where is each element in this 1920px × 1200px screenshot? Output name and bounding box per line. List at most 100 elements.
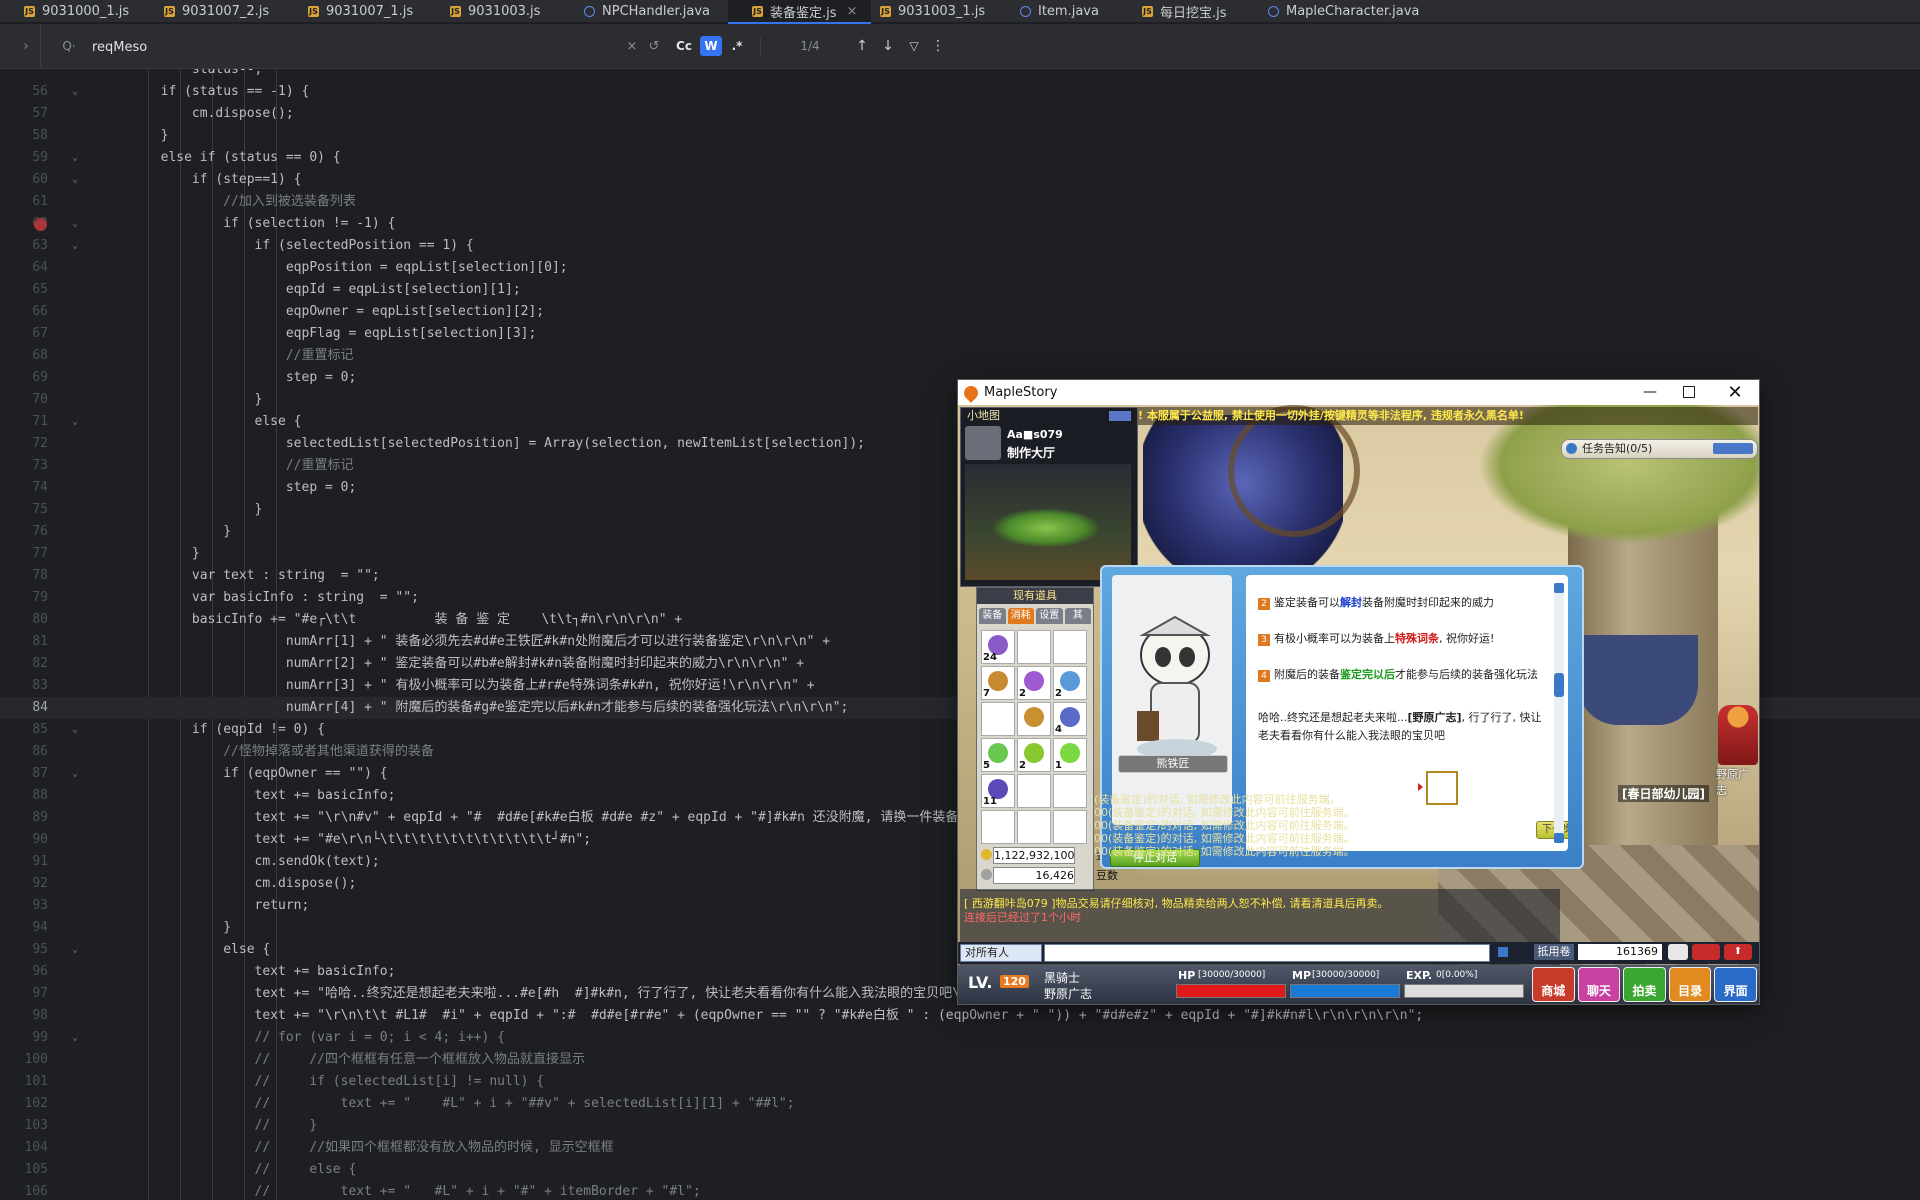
inventory-slot[interactable]: 2 <box>1017 666 1051 700</box>
line-number[interactable]: 90 <box>0 829 48 851</box>
fold-icon[interactable]: ⌄ <box>72 1027 78 1049</box>
line-number[interactable]: 88 <box>0 785 48 807</box>
line-number[interactable]: 80 <box>0 609 48 631</box>
code-line[interactable]: 101 // if (selectedList[i] != null) { <box>0 1071 1920 1093</box>
inventory-tab-0[interactable]: 装备 <box>979 608 1006 624</box>
code-line[interactable]: 65 eqpId = eqpList[selection][1]; <box>0 279 1920 301</box>
code-line[interactable]: 58 } <box>0 125 1920 147</box>
tab-6[interactable]: JS 9031003_1.js <box>856 0 999 22</box>
line-number[interactable]: 79 <box>0 587 48 609</box>
inventory-slot[interactable] <box>1053 630 1087 664</box>
tab-1[interactable]: JS 9031007_2.js <box>140 0 283 22</box>
window-title-bar[interactable]: MapleStory — ✕ <box>958 380 1759 405</box>
menu-button-4[interactable]: 界面 <box>1714 967 1757 1002</box>
line-number[interactable]: 92 <box>0 873 48 895</box>
history-icon[interactable]: ↺ <box>644 36 664 56</box>
code-line[interactable]: 56 ⌄ if (status == -1) { <box>0 81 1920 103</box>
line-number[interactable]: 69 <box>0 367 48 389</box>
code-line[interactable]: 99 ⌄ // for (var i = 0; i < 4; i++) { <box>0 1027 1920 1049</box>
minimize-icon[interactable]: — <box>1638 384 1662 400</box>
chat-tool-button[interactable] <box>1692 944 1720 960</box>
line-number[interactable]: 98 <box>0 1005 48 1027</box>
line-number[interactable]: 96 <box>0 961 48 983</box>
line-number[interactable]: 74 <box>0 477 48 499</box>
inventory-slot[interactable] <box>1017 630 1051 664</box>
line-number[interactable]: 67 <box>0 323 48 345</box>
line-number[interactable]: 57 <box>0 103 48 125</box>
line-number[interactable]: 89 <box>0 807 48 829</box>
code-line[interactable]: 68 //重置标记 <box>0 345 1920 367</box>
inventory-slot[interactable] <box>1017 810 1051 844</box>
line-number[interactable]: 87 <box>0 763 48 785</box>
line-number[interactable]: 102 <box>0 1093 48 1115</box>
code-line[interactable]: 102 // text += " #L" + i + "##v" + selec… <box>0 1093 1920 1115</box>
code-line[interactable]: status--; <box>0 69 1920 81</box>
code-line[interactable]: 106 // text += " #L" + i + "#" + itemBor… <box>0 1181 1920 1200</box>
line-number[interactable]: 77 <box>0 543 48 565</box>
line-number[interactable]: 83 <box>0 675 48 697</box>
tab-4[interactable]: NPCHandler.java <box>560 0 724 22</box>
line-number[interactable]: 70 <box>0 389 48 411</box>
inventory-slot[interactable] <box>1017 774 1051 808</box>
inventory-slot[interactable] <box>1017 702 1051 736</box>
fold-icon[interactable]: ⌄ <box>72 939 78 961</box>
line-number[interactable]: 56 <box>0 81 48 103</box>
line-number[interactable]: 100 <box>0 1049 48 1071</box>
words-toggle[interactable]: W <box>700 36 722 56</box>
line-number[interactable]: 76 <box>0 521 48 543</box>
line-number[interactable]: 94 <box>0 917 48 939</box>
code-line[interactable]: 67 eqpFlag = eqpList[selection][3]; <box>0 323 1920 345</box>
tab-9[interactable]: MapleCharacter.java <box>1244 0 1433 22</box>
line-number[interactable]: 71 <box>0 411 48 433</box>
code-line[interactable]: 57 cm.dispose(); <box>0 103 1920 125</box>
next-match-icon[interactable]: ↓ <box>878 36 898 56</box>
line-number[interactable]: 63 <box>0 235 48 257</box>
code-line[interactable]: 59 ⌄ else if (status == 0) { <box>0 147 1920 169</box>
line-number[interactable]: 59 <box>0 147 48 169</box>
inventory-slot[interactable]: 11 <box>981 774 1015 808</box>
line-number[interactable]: 64 <box>0 257 48 279</box>
match-case-toggle[interactable]: Cc <box>672 36 696 56</box>
code-line[interactable]: 104 // //如果四个框框都没有放入物品的时候, 显示空框框 <box>0 1137 1920 1159</box>
fold-icon[interactable]: ⌄ <box>72 763 78 785</box>
scroll-up-icon[interactable] <box>1554 583 1564 593</box>
code-line[interactable]: 61 //加入到被选装备列表 <box>0 191 1920 213</box>
menu-button-1[interactable]: 聊天 <box>1577 967 1621 1002</box>
fold-icon[interactable]: ⌄ <box>72 235 78 257</box>
regex-toggle[interactable]: .* <box>726 36 748 56</box>
search-icon[interactable]: Q· <box>58 37 80 55</box>
tab-3[interactable]: JS 9031003.js <box>426 0 554 22</box>
line-number[interactable]: 73 <box>0 455 48 477</box>
inventory-slot[interactable]: 4 <box>1053 702 1087 736</box>
line-number[interactable]: 68 <box>0 345 48 367</box>
line-number[interactable]: 104 <box>0 1137 48 1159</box>
inventory-slot[interactable]: 2 <box>1017 738 1051 772</box>
dialog-scrollbar[interactable] <box>1554 583 1564 843</box>
fold-icon[interactable]: ⌄ <box>72 213 78 235</box>
line-number[interactable]: 66 <box>0 301 48 323</box>
tab-2[interactable]: JS 9031007_1.js <box>284 0 427 22</box>
code-line[interactable]: 105 // else { <box>0 1159 1920 1181</box>
fold-icon[interactable]: ⌄ <box>72 719 78 741</box>
fold-icon[interactable]: ⌄ <box>72 81 78 103</box>
tab-7[interactable]: Item.java <box>996 0 1113 22</box>
code-line[interactable]: 62⌄ if (selection != -1) { <box>0 213 1920 235</box>
quest-buttons[interactable] <box>1713 443 1753 454</box>
line-number[interactable]: 78 <box>0 565 48 587</box>
chevron-right-icon[interactable]: › <box>16 36 36 56</box>
tab-8[interactable]: JS 每日挖宝.js <box>1118 0 1241 22</box>
menu-button-2[interactable]: 拍卖 <box>1623 967 1666 1002</box>
search-input[interactable] <box>90 36 614 58</box>
code-line[interactable]: 63 ⌄ if (selectedPosition == 1) { <box>0 235 1920 257</box>
line-number[interactable]: 65 <box>0 279 48 301</box>
inventory-slot[interactable]: 1 <box>1053 738 1087 772</box>
line-number[interactable]: 72 <box>0 433 48 455</box>
breakpoint-icon[interactable] <box>34 218 47 231</box>
inventory-slot[interactable]: 7 <box>981 666 1015 700</box>
line-number[interactable]: 97 <box>0 983 48 1005</box>
game-scene[interactable]: ! 本服属于公益服, 禁止使用一切外挂/按键精灵等非法程序, 违规者永久黑名单!… <box>958 405 1759 1004</box>
minimap-buttons[interactable] <box>1109 411 1131 421</box>
menu-button-0[interactable]: 商城 <box>1532 967 1575 1002</box>
chat-target-select[interactable]: 对所有人 <box>960 944 1042 962</box>
tab-0[interactable]: JS 9031000_1.js <box>0 0 143 22</box>
